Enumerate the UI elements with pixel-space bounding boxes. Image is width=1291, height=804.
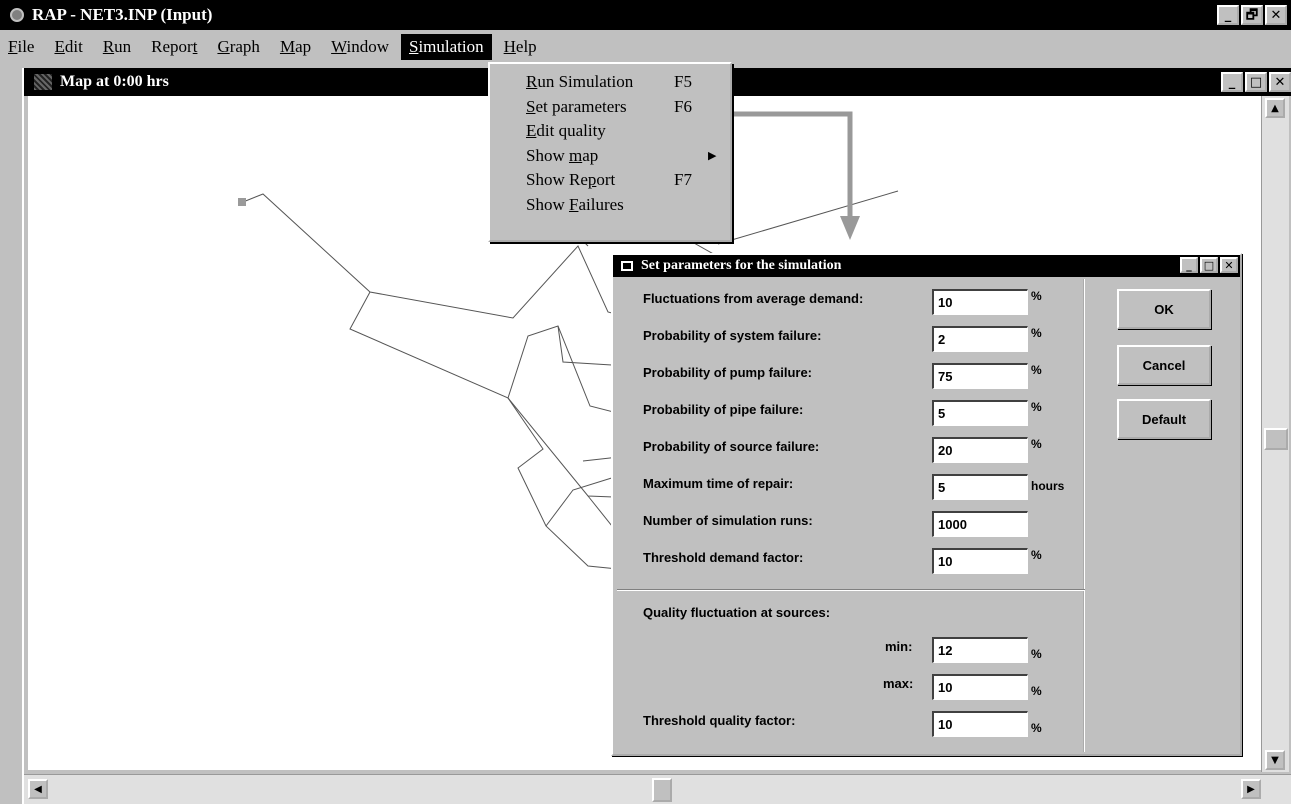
- vertical-scroll-thumb[interactable]: [1264, 428, 1288, 450]
- menu-item-show-report[interactable]: Show Re p ort F7: [490, 168, 730, 193]
- menu-bar: File Edit Run Report Graph Map Window Si…: [0, 32, 1291, 62]
- scroll-right-button[interactable]: ▶: [1241, 779, 1261, 799]
- section-divider: [617, 589, 1085, 591]
- field-label: Probability of system failure:: [643, 328, 822, 343]
- horizontal-scroll-thumb[interactable]: [652, 778, 672, 802]
- scroll-down-button[interactable]: ▼: [1265, 750, 1285, 770]
- map-minimize-button[interactable]: _: [1221, 72, 1243, 92]
- dialog-title: Set parameters for the simulation: [641, 258, 842, 273]
- map-horizontal-scrollbar[interactable]: ◀ ▶: [24, 774, 1291, 804]
- menu-edit[interactable]: Edit: [46, 34, 90, 60]
- menu-run[interactable]: Run: [95, 34, 139, 60]
- unit-label: %: [1031, 289, 1042, 303]
- map-window-icon[interactable]: [34, 74, 52, 90]
- threshold-demand-input[interactable]: 10: [932, 548, 1028, 574]
- pipe-failure-input[interactable]: 5: [932, 400, 1028, 426]
- repair-time-input[interactable]: 5: [932, 474, 1028, 500]
- dialog-window-controls: _ □ ✕: [1180, 257, 1238, 273]
- menu-help[interactable]: Help: [496, 34, 545, 60]
- field-label: Number of simulation runs:: [643, 513, 813, 528]
- unit-label: %: [1031, 548, 1042, 562]
- field-label: Threshold demand factor:: [643, 550, 804, 565]
- threshold-quality-input[interactable]: 10: [932, 711, 1028, 737]
- map-maximize-button[interactable]: □: [1245, 72, 1267, 92]
- app-window-controls: _ 🗗 ✕: [1217, 5, 1287, 25]
- simulation-runs-input[interactable]: 1000: [932, 511, 1028, 537]
- restore-button[interactable]: 🗗: [1241, 5, 1263, 25]
- menu-graph[interactable]: Graph: [209, 34, 268, 60]
- menu-item-run-simulation[interactable]: Run Simulation F5: [490, 70, 730, 95]
- unit-label: %: [1031, 400, 1042, 414]
- minimize-button[interactable]: _: [1217, 5, 1239, 25]
- menu-simulation[interactable]: Simulation: [400, 34, 492, 60]
- close-button[interactable]: ✕: [1265, 5, 1287, 25]
- unit-label: %: [1031, 684, 1042, 698]
- unit-label: %: [1031, 363, 1042, 377]
- field-label: Probability of pump failure:: [643, 365, 813, 380]
- pipe-line: [507, 397, 629, 571]
- field-label: Probability of source failure:: [643, 439, 820, 454]
- map-window-title: Map at 0:00 hrs: [60, 73, 169, 90]
- set-parameters-dialog: Set parameters for the simulation _ □ ✕ …: [611, 253, 1242, 756]
- system-failure-input[interactable]: 2: [932, 326, 1028, 352]
- map-close-button[interactable]: ✕: [1269, 72, 1291, 92]
- chevron-right-icon: ▶: [708, 150, 717, 163]
- menu-item-show-map[interactable]: Show m ap ▶: [490, 144, 730, 169]
- field-label: Fluctuations from average demand:: [643, 291, 864, 306]
- quality-max-input[interactable]: 10: [932, 674, 1028, 700]
- map-window-controls: _ □ ✕: [1221, 72, 1291, 92]
- field-label: Probability of pipe failure:: [643, 402, 804, 417]
- pipe-line: [717, 190, 899, 245]
- demand-fluctuation-input[interactable]: 10: [932, 289, 1028, 315]
- app-icon[interactable]: [10, 8, 24, 22]
- unit-label: hours: [1031, 479, 1065, 493]
- min-label: min:: [885, 639, 913, 654]
- menu-window[interactable]: Window: [323, 34, 397, 60]
- simulation-menu: Run Simulation F5 Set parameters F6 Edit…: [488, 62, 732, 242]
- scroll-left-button[interactable]: ◀: [28, 779, 48, 799]
- parameters-panel: Fluctuations from average demand: 10 % P…: [617, 279, 1085, 752]
- app-title: RAP - NET3.INP (Input): [32, 5, 213, 24]
- map-vertical-scrollbar[interactable]: ▲ ▼: [1261, 96, 1289, 772]
- app-titlebar: RAP - NET3.INP (Input) _ 🗗 ✕: [0, 0, 1291, 30]
- dialog-titlebar: Set parameters for the simulation _ □ ✕: [613, 255, 1240, 277]
- menu-file[interactable]: File: [0, 34, 42, 60]
- network-node: [238, 198, 246, 206]
- dialog-maximize-button[interactable]: □: [1200, 257, 1218, 273]
- unit-label: %: [1031, 721, 1042, 735]
- menu-map[interactable]: Map: [272, 34, 319, 60]
- unit-label: %: [1031, 647, 1042, 661]
- cancel-button[interactable]: Cancel: [1117, 345, 1211, 385]
- quality-heading: Quality fluctuation at sources:: [643, 605, 831, 620]
- scroll-up-button[interactable]: ▲: [1265, 98, 1285, 118]
- quality-min-input[interactable]: 12: [932, 637, 1028, 663]
- dialog-minimize-button[interactable]: _: [1180, 257, 1198, 273]
- ok-button[interactable]: OK: [1117, 289, 1211, 329]
- field-label: Maximum time of repair:: [643, 476, 794, 491]
- max-label: max:: [883, 676, 914, 691]
- dialog-close-button[interactable]: ✕: [1220, 257, 1238, 273]
- threshold-quality-label: Threshold quality factor:: [643, 713, 796, 728]
- menu-item-set-parameters[interactable]: Set parameters F6: [490, 95, 730, 120]
- unit-label: %: [1031, 437, 1042, 451]
- pump-failure-input[interactable]: 75: [932, 363, 1028, 389]
- menu-item-edit-quality[interactable]: Edit quality: [490, 119, 730, 144]
- unit-label: %: [1031, 326, 1042, 340]
- menu-report[interactable]: Report: [143, 34, 205, 60]
- menu-item-show-failures[interactable]: Show Failures: [490, 193, 730, 218]
- default-button[interactable]: Default: [1117, 399, 1211, 439]
- dialog-icon[interactable]: [621, 261, 633, 271]
- source-failure-input[interactable]: 20: [932, 437, 1028, 463]
